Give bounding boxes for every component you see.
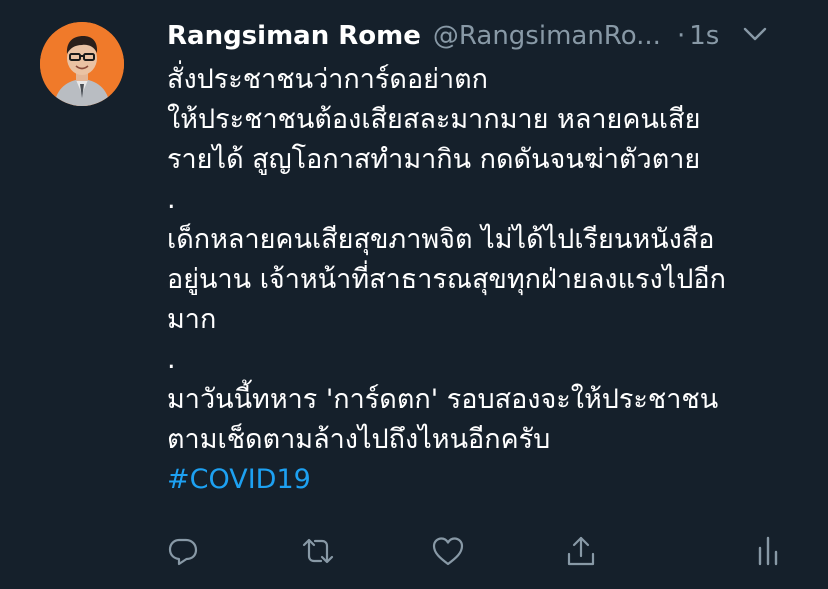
heart-icon[interactable] (430, 533, 466, 569)
retweet-icon[interactable] (300, 533, 336, 569)
avatar-image (40, 22, 124, 106)
tweet-line: . (167, 184, 176, 215)
tweet-line: มาก (167, 304, 217, 335)
tweet-line: สั่งประชาชนว่าการ์ดอย่าตก (167, 64, 489, 95)
hashtag-link[interactable]: #COVID19 (167, 460, 807, 500)
tweet: Rangsiman Rome @RangsimanRo... · 1s สั่ง… (0, 0, 828, 589)
tweet-header: Rangsiman Rome @RangsimanRo... · 1s (167, 14, 807, 58)
tweet-line: มาวันนี้ทหาร 'การ์ดตก' รอบสองจะให้ประชาช… (167, 384, 719, 415)
tweet-line: อยู่นาน เจ้าหน้าที่สาธารณสุขทุกฝ่ายลงแรง… (167, 264, 726, 295)
share-icon[interactable] (563, 533, 599, 569)
tweet-line: เด็กหลายคนเสียสุขภาพจิต ไม่ได้ไปเรียนหนั… (167, 224, 715, 255)
tweet-line: . (167, 344, 176, 375)
display-name[interactable]: Rangsiman Rome (167, 21, 421, 51)
timestamp[interactable]: 1s (689, 21, 719, 51)
separator-dot: · (676, 21, 686, 51)
tweet-actions (165, 533, 805, 573)
chevron-down-icon[interactable] (742, 24, 768, 44)
tweet-line: ตามเช็ดตามล้างไปถึงไหนอีกครับ (167, 424, 551, 455)
avatar[interactable] (40, 22, 124, 106)
tweet-line: ให้ประชาชนต้องเสียสละมากมาย หลายคนเสีย (167, 104, 701, 135)
tweet-line: รายได้ สูญโอกาสทำมากิน กดดันจนฆ่าตัวตาย (167, 144, 701, 175)
reply-icon[interactable] (165, 533, 201, 569)
user-handle[interactable]: @RangsimanRo... (433, 21, 661, 51)
analytics-icon[interactable] (750, 533, 786, 569)
tweet-text: สั่งประชาชนว่าการ์ดอย่าตก ให้ประชาชนต้อง… (167, 60, 807, 500)
